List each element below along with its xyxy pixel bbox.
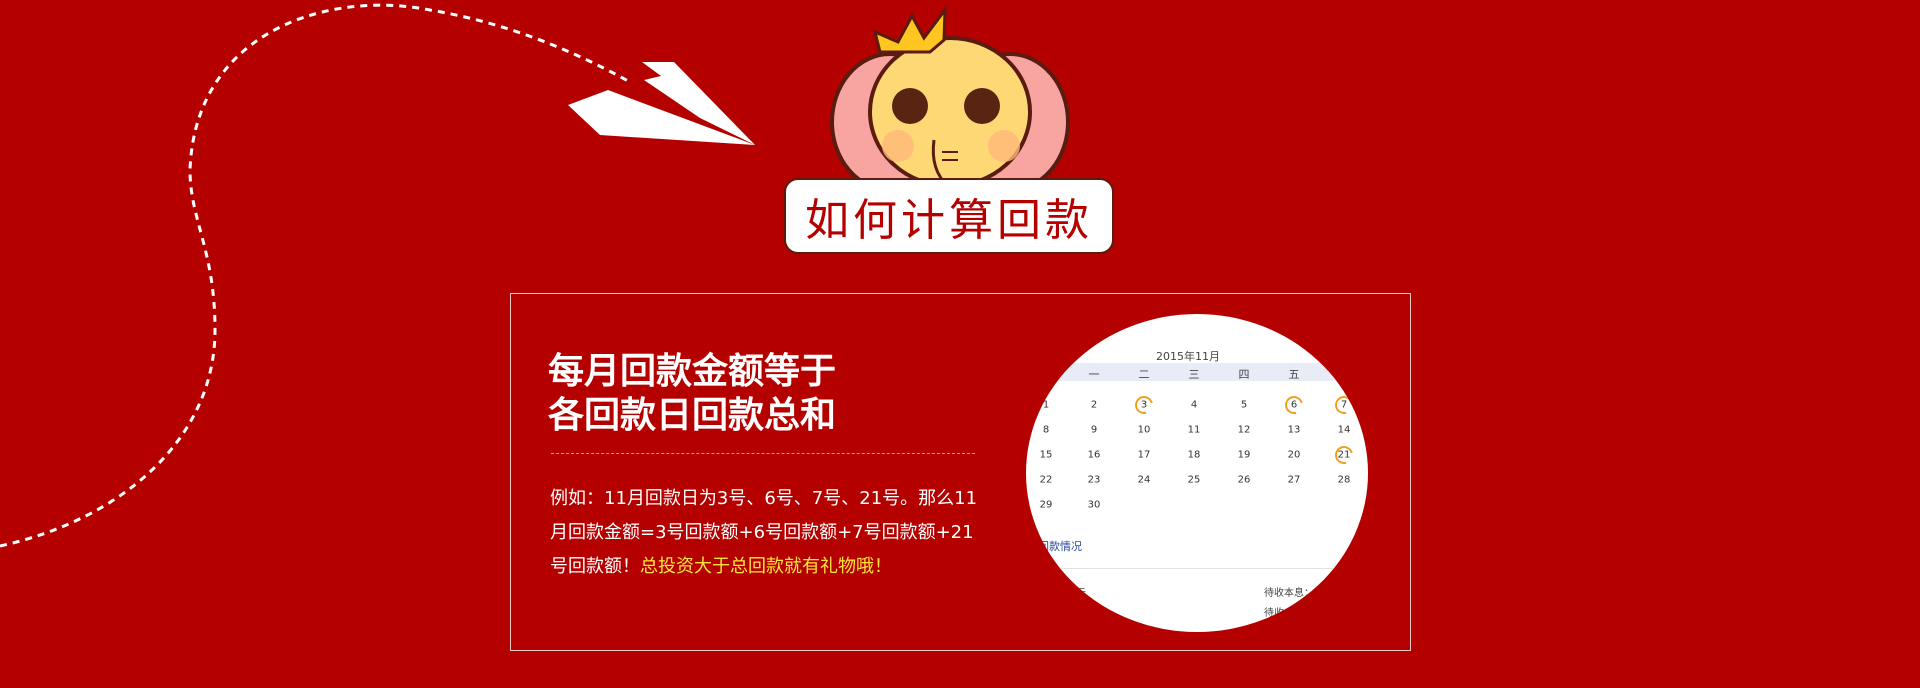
crown-icon bbox=[872, 5, 947, 54]
calendar-day[interactable]: 9 bbox=[1091, 425, 1097, 436]
weekday-header: 一二三四五 bbox=[1026, 363, 1368, 381]
calendar-day[interactable]: 6 bbox=[1291, 400, 1297, 411]
calendar-day[interactable]: 18 bbox=[1188, 450, 1201, 461]
calendar-day[interactable]: 23 bbox=[1088, 475, 1101, 486]
paper-plane-icon bbox=[568, 62, 755, 145]
calendar-day[interactable]: 21 bbox=[1338, 450, 1351, 461]
calendar-day[interactable]: 26 bbox=[1238, 475, 1251, 486]
footer-right-2: 待收 bbox=[1264, 608, 1284, 619]
calendar-day[interactable]: 27 bbox=[1288, 475, 1301, 486]
highlight-text: 总投资大于总回款就有礼物哦！ bbox=[640, 556, 892, 577]
headline: 每月回款金额等于 各回款日回款总和 bbox=[548, 350, 836, 438]
weekday-label: 二 bbox=[1138, 368, 1150, 381]
headline-line-1: 每月回款金额等于 bbox=[548, 351, 837, 392]
calendar-day[interactable]: 29 bbox=[1040, 500, 1053, 511]
calendar-title: 2015年11月 bbox=[1156, 350, 1220, 363]
weekday-label: 一 bbox=[1088, 368, 1100, 381]
calendar: 2015年11月 一二三四五 回款情况 元 待收本息： 待收 123456789… bbox=[1026, 314, 1368, 632]
footer-left: 元 bbox=[1076, 588, 1086, 599]
calendar-day[interactable]: 11 bbox=[1188, 425, 1201, 436]
calendar-day[interactable]: 25 bbox=[1188, 475, 1201, 486]
calendar-day[interactable]: 19 bbox=[1238, 450, 1251, 461]
calendar-day[interactable]: 5 bbox=[1241, 400, 1247, 411]
repayment-link[interactable]: 回款情况 bbox=[1038, 538, 1082, 554]
weekday-label: 五 bbox=[1288, 368, 1300, 381]
calendar-day[interactable]: 30 bbox=[1088, 500, 1101, 511]
page-title: 如何计算回款 bbox=[784, 178, 1114, 254]
calendar-day[interactable]: 12 bbox=[1238, 425, 1251, 436]
footer-right-1: 待收本息： bbox=[1264, 588, 1314, 599]
calendar-day[interactable]: 24 bbox=[1138, 475, 1151, 486]
calendar-day[interactable]: 8 bbox=[1043, 425, 1049, 436]
explanation-paragraph: 例如：11月回款日为3号、6号、7号、21号。那么11月回款金额=3号回款额+6… bbox=[550, 482, 980, 584]
calendar-preview: 2015年11月 一二三四五 回款情况 元 待收本息： 待收 123456789… bbox=[1026, 314, 1368, 632]
calendar-day[interactable]: 14 bbox=[1338, 425, 1351, 436]
calendar-day[interactable]: 3 bbox=[1141, 400, 1147, 411]
divider bbox=[551, 453, 975, 454]
elephant-mascot-icon bbox=[830, 36, 1070, 192]
calendar-day[interactable]: 1 bbox=[1043, 400, 1049, 411]
calendar-day[interactable]: 20 bbox=[1288, 450, 1301, 461]
weekday-label: 三 bbox=[1188, 368, 1200, 381]
calendar-day[interactable]: 15 bbox=[1040, 450, 1053, 461]
calendar-day[interactable]: 16 bbox=[1088, 450, 1101, 461]
calendar-day[interactable]: 28 bbox=[1338, 475, 1351, 486]
headline-line-2: 各回款日回款总和 bbox=[548, 395, 837, 436]
calendar-day[interactable]: 4 bbox=[1191, 400, 1197, 411]
calendar-day[interactable]: 13 bbox=[1288, 425, 1301, 436]
calendar-day[interactable]: 2 bbox=[1091, 400, 1097, 411]
calendar-separator bbox=[1026, 568, 1368, 569]
weekday-label: 四 bbox=[1238, 368, 1250, 381]
calendar-day[interactable]: 17 bbox=[1138, 450, 1151, 461]
calendar-day[interactable]: 7 bbox=[1341, 400, 1347, 411]
calendar-day[interactable]: 10 bbox=[1138, 425, 1151, 436]
calendar-day[interactable]: 22 bbox=[1040, 475, 1053, 486]
